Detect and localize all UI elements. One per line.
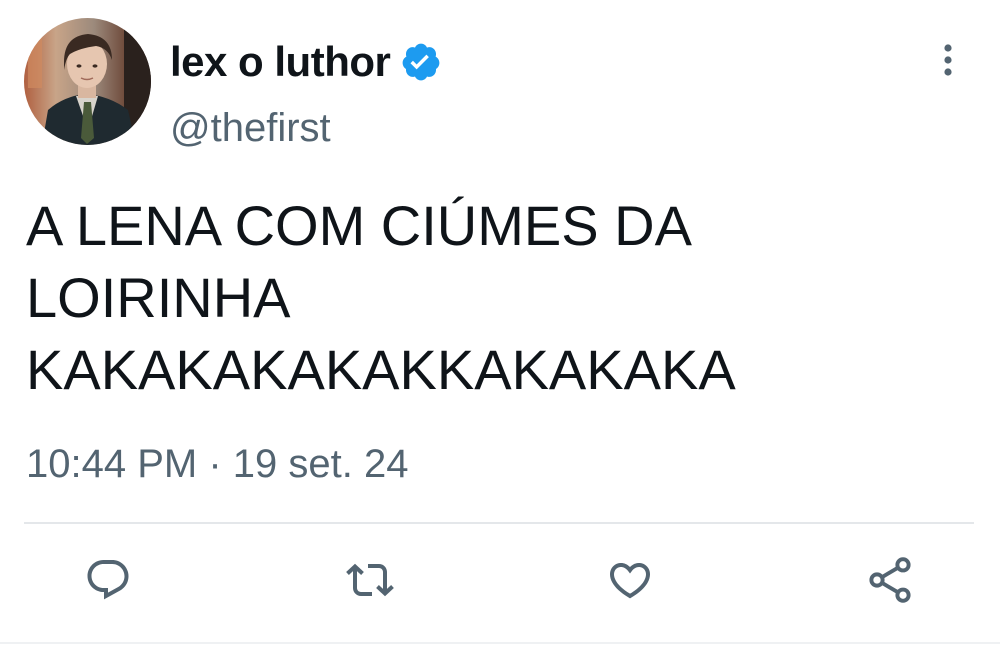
bottom-divider xyxy=(0,642,1000,644)
share-button[interactable] xyxy=(860,552,920,612)
display-name[interactable]: lex o luthor xyxy=(170,38,391,86)
share-icon xyxy=(864,554,916,611)
reply-button[interactable] xyxy=(78,552,138,612)
like-button[interactable] xyxy=(600,552,660,612)
avatar[interactable] xyxy=(24,18,151,145)
author-handle[interactable]: @thefirst xyxy=(170,106,331,151)
author-name-row[interactable]: lex o luthor xyxy=(170,34,442,90)
profile-photo xyxy=(24,18,151,145)
divider xyxy=(24,522,974,524)
more-vertical-icon[interactable] xyxy=(932,40,964,80)
comment-icon xyxy=(84,556,132,609)
tweet-timestamp[interactable]: 10:44 PM · 19 set. 24 xyxy=(26,442,408,487)
retweet-button[interactable] xyxy=(340,552,400,612)
verified-badge-icon xyxy=(400,41,442,83)
tweet-card: lex o luthor @thefirst A LENA COM CIÚMES… xyxy=(0,0,1000,656)
tweet-text: A LENA COM CIÚMES DA LOIRINHA KAKAKAKAKA… xyxy=(26,194,736,401)
heart-icon xyxy=(606,556,654,609)
action-bar xyxy=(0,552,1000,612)
retweet-icon xyxy=(346,556,394,609)
